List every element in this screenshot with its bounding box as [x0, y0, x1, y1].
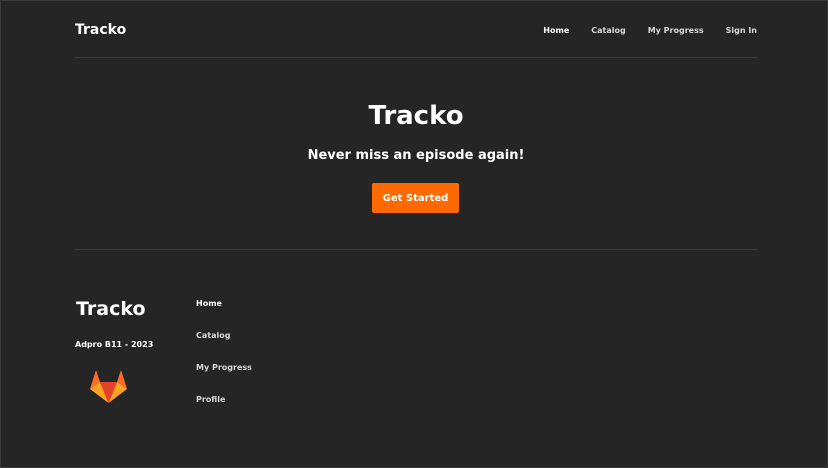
nav-link-my-progress[interactable]: My Progress [648, 25, 704, 37]
hero-section: Tracko Never miss an episode again! Get … [75, 58, 757, 250]
nav-brand[interactable]: Tracko [75, 21, 126, 39]
get-started-button[interactable]: Get Started [372, 183, 459, 213]
hero-title: Tracko [368, 101, 464, 131]
gitlab-icon[interactable] [90, 368, 127, 403]
nav-links: Home Catalog My Progress Sign In [543, 25, 757, 37]
nav-link-home[interactable]: Home [543, 25, 569, 37]
nav-link-sign-in[interactable]: Sign In [726, 25, 757, 37]
footer-link-home[interactable]: Home [196, 298, 252, 310]
footer-link-profile[interactable]: Profile [196, 394, 252, 406]
hero-tagline: Never miss an episode again! [307, 148, 525, 163]
footer-link-catalog[interactable]: Catalog [196, 330, 252, 342]
footer-brand: Tracko [76, 298, 146, 320]
page: Tracko Home Catalog My Progress Sign In … [0, 0, 828, 468]
footer-credit: Adpro B11 - 2023 [75, 340, 154, 349]
footer-links: Home Catalog My Progress Profile [196, 298, 252, 426]
nav-link-catalog[interactable]: Catalog [591, 25, 625, 37]
navbar: Tracko Home Catalog My Progress Sign In [75, 1, 757, 58]
footer-link-my-progress[interactable]: My Progress [196, 362, 252, 374]
